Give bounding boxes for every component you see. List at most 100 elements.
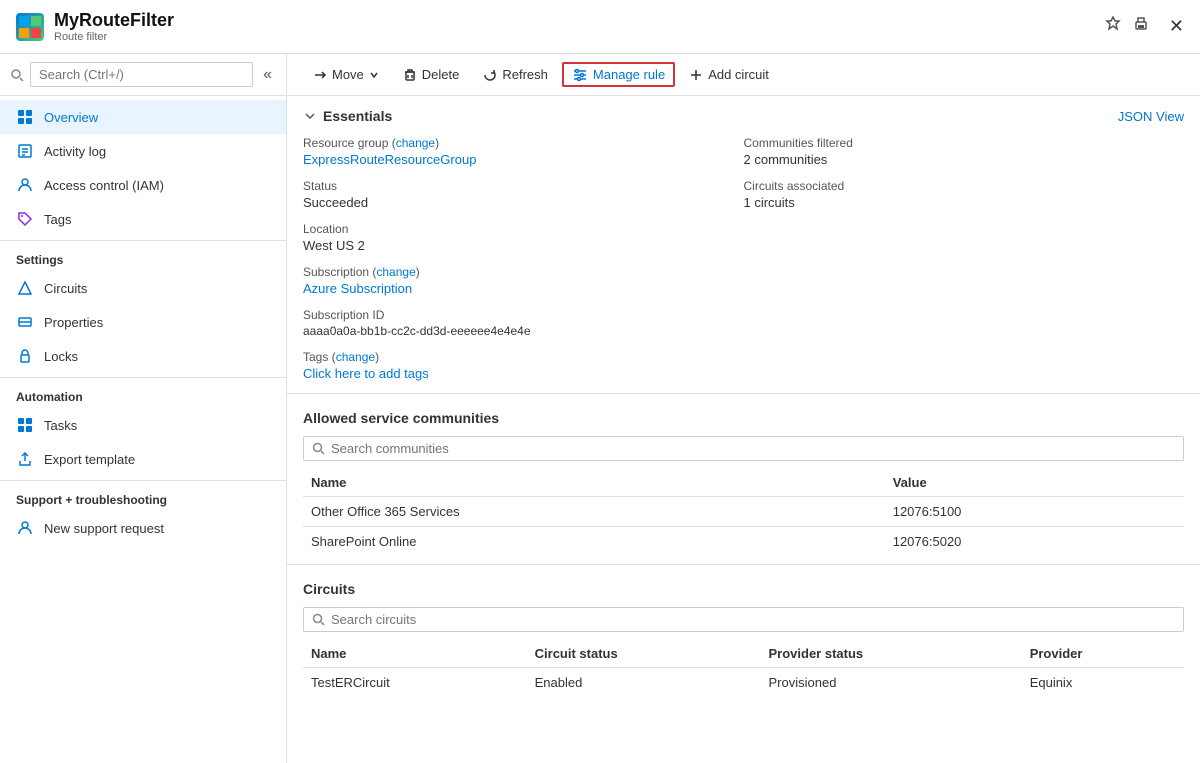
resource-group-value-link[interactable]: ExpressRouteResourceGroup xyxy=(303,152,744,167)
circuits-col-provider-status: Provider status xyxy=(761,640,1022,668)
main-layout: « Overview xyxy=(0,54,1200,763)
move-icon xyxy=(313,68,327,82)
sidebar-item-tags[interactable]: Tags xyxy=(0,202,286,236)
essentials-tags: Tags (change) Click here to add tags xyxy=(303,350,744,381)
communities-col-value: Value xyxy=(885,469,1184,497)
sidebar-nav: Overview Activity log xyxy=(0,96,286,549)
table-row: SharePoint Online12076:5020 xyxy=(303,527,1184,557)
sidebar: « Overview xyxy=(0,54,287,763)
circuits-icon xyxy=(16,279,34,297)
print-icon[interactable] xyxy=(1133,16,1149,37)
circuits-section: Circuits Name Circuit status Provider st… xyxy=(287,565,1200,705)
community-value: 12076:5020 xyxy=(885,527,1184,557)
top-bar: MyRouteFilter Route filter ✕ xyxy=(0,0,1200,54)
app-icon xyxy=(16,13,44,41)
search-input[interactable] xyxy=(30,62,253,87)
sidebar-item-new-support[interactable]: New support request xyxy=(0,511,286,545)
communities-search-icon xyxy=(312,442,325,455)
search-icon xyxy=(10,68,24,82)
app-subtitle: Route filter xyxy=(54,31,1095,43)
overview-icon xyxy=(16,108,34,126)
sidebar-item-overview[interactable]: Overview xyxy=(0,100,286,134)
access-control-icon xyxy=(16,176,34,194)
sidebar-item-properties[interactable]: Properties xyxy=(0,305,286,339)
table-row: Other Office 365 Services12076:5100 xyxy=(303,497,1184,527)
sidebar-item-export-template[interactable]: Export template xyxy=(0,442,286,476)
manage-rule-icon xyxy=(572,68,588,82)
top-bar-actions: ✕ xyxy=(1105,16,1184,37)
sidebar-item-circuits-label: Circuits xyxy=(44,281,87,296)
tasks-icon xyxy=(16,416,34,434)
sidebar-item-locks-label: Locks xyxy=(44,349,78,364)
sidebar-item-tasks-label: Tasks xyxy=(44,418,77,433)
delete-button[interactable]: Delete xyxy=(393,62,470,87)
content-area: Move Delete xyxy=(287,54,1200,763)
settings-section-label: Settings xyxy=(0,240,286,271)
community-name: SharePoint Online xyxy=(303,527,885,557)
communities-search-input[interactable] xyxy=(331,441,1175,456)
sidebar-item-circuits[interactable]: Circuits xyxy=(0,271,286,305)
json-view-link[interactable]: JSON View xyxy=(1118,109,1184,124)
circuits-col-provider: Provider xyxy=(1022,640,1184,668)
export-template-icon xyxy=(16,450,34,468)
sidebar-item-properties-label: Properties xyxy=(44,315,103,330)
add-circuit-icon xyxy=(689,68,703,82)
sidebar-item-access-control[interactable]: Access control (IAM) xyxy=(0,168,286,202)
communities-table: Name Value Other Office 365 Services1207… xyxy=(303,469,1184,556)
automation-section-label: Automation xyxy=(0,377,286,408)
circuit-name: TestERCircuit xyxy=(303,668,527,698)
search-circuits-bar[interactable] xyxy=(303,607,1184,632)
tags-change-link[interactable]: change xyxy=(336,350,375,364)
communities-title: Allowed service communities xyxy=(303,410,1184,426)
collapse-button[interactable]: « xyxy=(259,66,276,84)
delete-icon xyxy=(403,68,417,82)
circuits-col-circuit-status: Circuit status xyxy=(527,640,761,668)
move-button[interactable]: Move xyxy=(303,62,389,87)
move-dropdown-icon xyxy=(369,70,379,80)
essentials-status: Status Succeeded xyxy=(303,179,744,210)
circuit-provider: Equinix xyxy=(1022,668,1184,698)
essentials-location: Location West US 2 xyxy=(303,222,744,253)
circuits-search-icon xyxy=(312,613,325,626)
pin-icon[interactable] xyxy=(1105,16,1121,37)
essentials-title: Essentials xyxy=(303,108,392,124)
community-name: Other Office 365 Services xyxy=(303,497,885,527)
essentials-circuits-associated: Circuits associated 1 circuits xyxy=(744,179,1185,210)
subscription-change-link[interactable]: change xyxy=(376,265,415,279)
community-value: 12076:5100 xyxy=(885,497,1184,527)
circuit-status: Enabled xyxy=(527,668,761,698)
sidebar-item-new-support-label: New support request xyxy=(44,521,164,536)
sidebar-item-activity-log[interactable]: Activity log xyxy=(0,134,286,168)
circuits-col-name: Name xyxy=(303,640,527,668)
sidebar-item-tasks[interactable]: Tasks xyxy=(0,408,286,442)
essentials-collapse-icon[interactable] xyxy=(303,109,317,123)
app-title: MyRouteFilter xyxy=(54,10,1095,31)
essentials-resource-group: Resource group (change) ExpressRouteReso… xyxy=(303,136,744,167)
circuits-search-input[interactable] xyxy=(331,612,1175,627)
close-button[interactable]: ✕ xyxy=(1169,16,1184,37)
tags-value-link[interactable]: Click here to add tags xyxy=(303,366,744,381)
sidebar-item-activity-log-label: Activity log xyxy=(44,144,106,159)
communities-col-name: Name xyxy=(303,469,885,497)
manage-rule-button[interactable]: Manage rule xyxy=(562,62,675,87)
toolbar: Move Delete xyxy=(287,54,1200,96)
essentials-subscription-id: Subscription ID aaaa0a0a-bb1b-cc2c-dd3d-… xyxy=(303,308,744,338)
sidebar-item-tags-label: Tags xyxy=(44,212,71,227)
properties-icon xyxy=(16,313,34,331)
essentials-subscription: Subscription (change) Azure Subscription xyxy=(303,265,744,296)
essentials-communities-filtered: Communities filtered 2 communities xyxy=(744,136,1185,167)
sidebar-item-overview-label: Overview xyxy=(44,110,98,125)
table-row: TestERCircuitEnabledProvisionedEquinix xyxy=(303,668,1184,698)
subscription-value-link[interactable]: Azure Subscription xyxy=(303,281,744,296)
essentials-left-col: Resource group (change) ExpressRouteReso… xyxy=(303,136,744,381)
refresh-icon xyxy=(483,68,497,82)
sidebar-item-locks[interactable]: Locks xyxy=(0,339,286,373)
support-section-label: Support + troubleshooting xyxy=(0,480,286,511)
circuit-provider-status: Provisioned xyxy=(761,668,1022,698)
add-circuit-button[interactable]: Add circuit xyxy=(679,62,779,87)
search-communities-bar[interactable] xyxy=(303,436,1184,461)
communities-section: Allowed service communities Name Value O… xyxy=(287,394,1200,565)
refresh-button[interactable]: Refresh xyxy=(473,62,558,87)
activity-log-icon xyxy=(16,142,34,160)
resource-group-change-link[interactable]: change xyxy=(396,136,435,150)
